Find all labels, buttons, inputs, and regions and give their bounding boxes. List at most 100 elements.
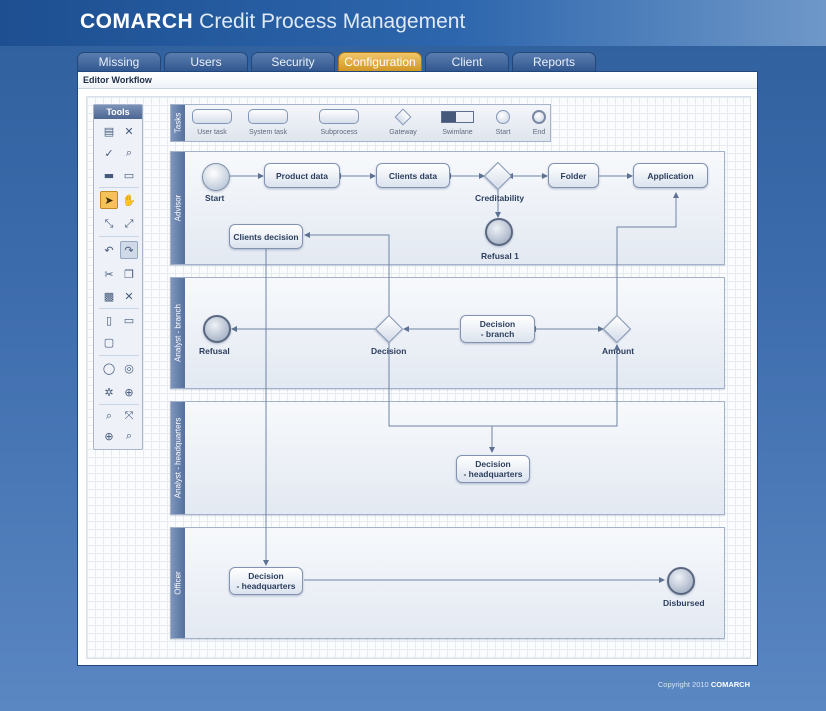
end-event-refusal[interactable] [203,315,231,343]
decision-caption: Decision [371,346,407,356]
paste-icon[interactable]: ▩ [100,287,118,305]
copyright-text: Copyright 2010 [657,680,709,689]
save-icon[interactable]: ▤ [100,122,118,140]
palette-item-label: Start [495,129,511,136]
rounded-rect-icon[interactable]: ▢ [100,333,118,351]
footer-copyright: Copyright 2010 COMARCH [658,680,750,689]
swimlane-analyst-branch[interactable]: Analyst - branch [170,277,725,389]
palette-item-label: End [532,129,546,136]
tools-divider [99,236,139,237]
delete-icon[interactable]: ✕ [120,287,138,305]
tasks-label: Tasks [173,112,183,134]
tools-divider [99,404,139,405]
tab-security[interactable]: Security [251,52,335,71]
open-icon[interactable]: ▬ [100,166,118,184]
expand-icon[interactable]: ⤢ [120,215,138,233]
creditability-caption: Creditability [475,193,525,203]
lane-advisor-label: Advisor [173,194,183,222]
fit-icon[interactable]: ⤧ [120,407,138,425]
tab-configuration[interactable]: Configuration [338,52,422,71]
swimlane-label: Officer [171,528,185,638]
zoom-tool-icon[interactable]: ⌕ [120,144,138,162]
check-icon[interactable]: ✓ [100,144,118,162]
amount-caption: Amount [602,346,635,356]
end-event-refusal-1[interactable] [485,218,513,246]
display-icon[interactable]: ▭ [120,166,138,184]
disbursed-caption: Disbursed [663,598,705,608]
tab-reports[interactable]: Reports [512,52,596,71]
task-product-data[interactable]: Product data [264,163,340,188]
tools-divider [99,308,139,309]
decision-hq-line2: - headquarters [463,469,523,479]
pointer-icon[interactable]: ➤ [100,191,118,209]
officer-decision-line1: Decision [248,571,284,581]
palette-subprocess[interactable]: Subprocess [319,109,359,136]
tab-users[interactable]: Users [164,52,248,71]
resize-icon[interactable]: ⤡ [100,215,118,233]
rectangle-icon[interactable]: ▭ [120,311,138,329]
start-event[interactable] [202,163,230,191]
brand-logo: COMARCH [80,10,194,33]
zoom-out-icon[interactable]: ⌕ [100,407,118,425]
decision-branch-line1: Decision [479,319,516,329]
cut-icon[interactable]: ✂ [100,265,118,283]
tools-divider [99,187,139,188]
refusal-caption: Refusal [199,346,230,356]
redo-icon[interactable]: ↷ [120,241,138,259]
decision-branch-line2: - branch [480,329,515,339]
swimlane-label: Analyst - headquarters [171,402,185,514]
footer-brand: COMARCH [710,680,750,689]
palette-item-label: Subprocess [320,129,358,136]
tools-title: Tools [94,105,142,119]
app-header: COMARCH Credit Process Management [0,0,826,46]
start-caption: Start [205,193,225,203]
swimlane-label: Advisor [171,152,185,264]
lane-officer-label: Officer [173,571,183,595]
task-decision-headquarters[interactable]: Decision - headquarters [456,455,530,483]
palette-user-task[interactable]: User task [192,109,232,136]
tools-icon[interactable]: ✕ [120,122,138,140]
palette-item-label: System task [248,129,288,136]
tab-client[interactable]: Client [425,52,509,71]
task-clients-data[interactable]: Clients data [376,163,450,188]
decision-hq-line1: Decision [475,459,511,469]
move-icon[interactable]: ⊕ [120,383,138,401]
copy-icon[interactable]: ❐ [120,265,138,283]
palette-swimlane[interactable]: Swimlane [441,109,474,136]
zoom-in-icon[interactable]: ⊕ [100,427,118,445]
swimlane-label: Analyst - branch [171,278,185,388]
tasks-palette-label: Tasks [171,105,185,141]
gear-icon[interactable]: ✲ [100,383,118,401]
app-brand: COMARCH Credit Process Management [80,10,465,34]
main-tabs: Missing Users Security Configuration Cli… [77,52,596,71]
lane-analyst-branch-label: Analyst - branch [173,304,183,362]
swimlane-analyst-headquarters[interactable]: Analyst - headquarters [170,401,725,515]
undo-icon[interactable]: ↶ [100,241,118,259]
palette-item-label: User task [197,129,227,136]
palette-start[interactable]: Start [496,109,510,136]
palette-system-task[interactable]: System task [248,109,288,136]
end-event-disbursed[interactable] [667,567,695,595]
palette-item-label: Swimlane [442,129,473,136]
task-clients-decision[interactable]: Clients decision [229,224,303,249]
breadcrumb: Editor Workflow [78,72,757,89]
circle-target-icon[interactable]: ◎ [120,359,138,377]
lane-analyst-hq-label: Analyst - headquarters [173,417,183,499]
task-application[interactable]: Application [633,163,708,188]
zoom-reset-icon[interactable]: ⌕ [120,427,138,445]
tab-missing[interactable]: Missing [77,52,161,71]
task-folder[interactable]: Folder [548,163,599,188]
refusal1-caption: Refusal 1 [481,251,519,261]
task-officer-decision-headquarters[interactable]: Decision - headquarters [229,567,303,595]
circle-icon[interactable]: ◯ [100,359,118,377]
tools-palette: Tools ▤ ✕ ✓ ⌕ ▬ ▭ ➤ ✋ ⤡ ⤢ ↶ ↷ ✂ ❐ ▩ ✕ ▯ … [93,104,143,450]
hand-icon[interactable]: ✋ [120,191,138,209]
tasks-palette: Tasks User task System task Subprocess G… [170,104,551,142]
tools-divider [99,355,139,356]
palette-item-label: Gateway [389,129,417,136]
app-title: Credit Process Management [199,10,466,33]
officer-decision-line2: - headquarters [236,581,296,591]
page-icon[interactable]: ▯ [100,311,118,329]
palette-end[interactable]: End [532,109,546,136]
task-decision-branch[interactable]: Decision - branch [460,315,535,343]
